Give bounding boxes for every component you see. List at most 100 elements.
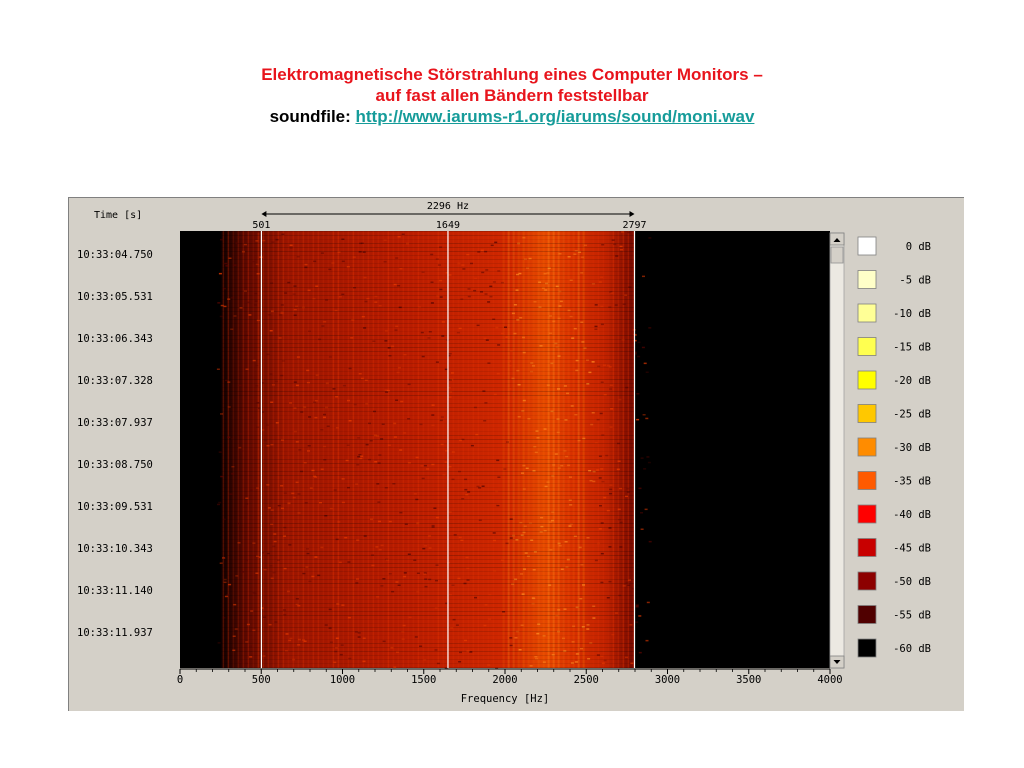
legend-label: -60 dB bbox=[893, 643, 931, 655]
legend-label: -50 dB bbox=[893, 576, 931, 588]
speckle bbox=[415, 456, 419, 459]
time-row bbox=[220, 287, 635, 288]
speckle bbox=[217, 302, 221, 304]
legend-swatch bbox=[857, 538, 877, 557]
time-row bbox=[220, 307, 635, 308]
speckle bbox=[580, 256, 584, 258]
speckle bbox=[448, 352, 452, 355]
db-legend: 0 dB -5 dB -10 dB -15 dB -20 dB -25 dB -30 dB -… bbox=[857, 236, 931, 658]
time-row bbox=[220, 519, 635, 520]
speckle bbox=[380, 585, 384, 587]
speckle bbox=[596, 469, 600, 471]
speckle bbox=[554, 453, 558, 455]
y-tick-label: 10:33:07.937 bbox=[77, 417, 153, 429]
time-row bbox=[220, 579, 635, 580]
speckle bbox=[364, 300, 368, 303]
speckle bbox=[280, 304, 284, 306]
speckle bbox=[420, 465, 424, 467]
time-row bbox=[220, 243, 635, 244]
legend-label: -35 dB bbox=[893, 476, 931, 488]
speckle bbox=[427, 337, 431, 339]
y-tick-label: 10:33:09.531 bbox=[77, 501, 153, 513]
vertical-scrollbar[interactable] bbox=[829, 232, 845, 669]
time-row bbox=[220, 623, 635, 624]
x-tick-label: 4000 bbox=[817, 674, 842, 686]
speckle bbox=[637, 355, 641, 358]
speckle bbox=[383, 261, 387, 263]
speckle bbox=[529, 665, 533, 667]
harmonic-streak bbox=[362, 231, 365, 668]
speckle bbox=[218, 272, 222, 275]
speckle bbox=[326, 425, 330, 427]
speckle bbox=[513, 304, 517, 306]
harmonic-streak bbox=[247, 231, 250, 668]
time-row bbox=[220, 395, 635, 396]
speckle bbox=[570, 405, 574, 407]
time-row bbox=[220, 235, 635, 236]
harmonic-streak bbox=[632, 231, 635, 668]
time-row bbox=[220, 355, 635, 356]
speckle bbox=[577, 439, 581, 442]
speckle bbox=[360, 377, 364, 380]
speckle bbox=[483, 420, 487, 422]
speckle bbox=[648, 540, 652, 543]
speckle bbox=[289, 637, 293, 640]
speckle bbox=[646, 601, 650, 604]
speckle bbox=[487, 664, 491, 666]
speckle bbox=[600, 381, 604, 383]
soundfile-link[interactable]: http://www.iarums-r1.org/iarums/sound/mo… bbox=[356, 107, 755, 126]
time-row bbox=[220, 587, 635, 588]
speckle bbox=[480, 249, 484, 252]
speckle bbox=[646, 456, 650, 458]
speckle bbox=[320, 468, 324, 470]
harmonic-streak bbox=[617, 231, 620, 668]
speckle bbox=[572, 625, 576, 627]
speckle bbox=[548, 584, 552, 586]
speckle bbox=[569, 476, 572, 478]
harmonic-streak bbox=[592, 231, 595, 668]
time-row bbox=[220, 427, 635, 428]
speckle bbox=[323, 321, 327, 323]
scroll-thumb[interactable] bbox=[830, 246, 844, 264]
speckle bbox=[598, 477, 602, 479]
harmonic-streak bbox=[232, 231, 235, 668]
x-tick-label: 3500 bbox=[736, 674, 761, 686]
speckle bbox=[225, 265, 229, 267]
speckle bbox=[610, 292, 614, 294]
time-row bbox=[220, 571, 635, 572]
time-row bbox=[220, 331, 635, 332]
harmonic-streak bbox=[562, 231, 565, 668]
harmonic-streak bbox=[472, 231, 475, 668]
speckle bbox=[256, 273, 260, 275]
speckle bbox=[337, 521, 341, 523]
speckle bbox=[599, 505, 602, 507]
speckle bbox=[571, 337, 575, 339]
speckle bbox=[413, 493, 417, 495]
legend-label: -20 dB bbox=[893, 375, 931, 387]
speckle bbox=[378, 305, 382, 307]
speckle bbox=[328, 608, 332, 611]
speckle bbox=[263, 439, 267, 442]
speckle bbox=[245, 368, 249, 370]
speckle bbox=[533, 301, 537, 303]
speckle bbox=[263, 616, 267, 618]
speckle bbox=[220, 304, 224, 307]
speckle bbox=[591, 412, 595, 414]
speckle bbox=[222, 617, 226, 619]
speckle bbox=[254, 300, 258, 302]
speckle bbox=[400, 400, 404, 403]
time-row bbox=[220, 271, 635, 272]
speckle bbox=[497, 476, 501, 478]
speckle bbox=[580, 272, 584, 274]
speckle bbox=[321, 325, 325, 327]
harmonic-streak bbox=[512, 231, 515, 668]
spectrogram-chart: 501 1649 2797 2296 Hz Time [s] 10:33:04.750 1… bbox=[77, 201, 931, 705]
speckle bbox=[272, 571, 276, 574]
speckle bbox=[269, 565, 273, 567]
span-arrow-right bbox=[629, 211, 635, 217]
harmonic-streak bbox=[267, 231, 270, 668]
speckle bbox=[302, 572, 306, 575]
speckle bbox=[298, 449, 302, 451]
speckle bbox=[531, 597, 535, 599]
time-row bbox=[220, 391, 635, 392]
